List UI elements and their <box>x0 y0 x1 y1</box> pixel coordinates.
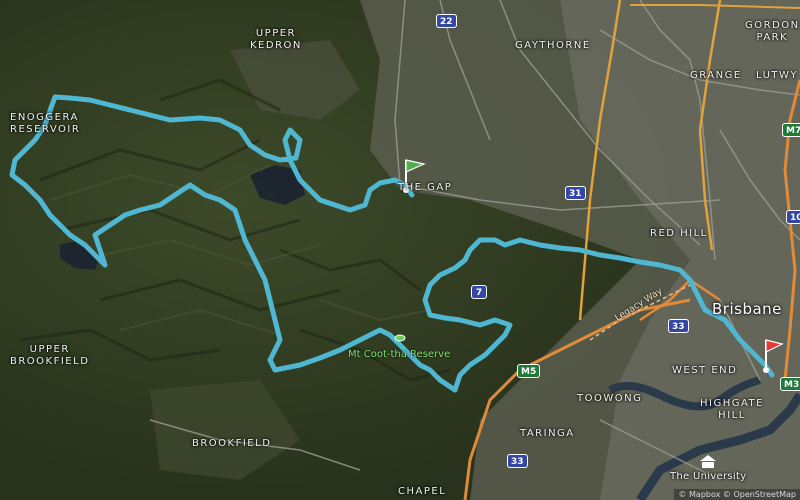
route-shield-31: 31 <box>565 186 586 200</box>
place-label-taringa: TARINGA <box>520 428 575 440</box>
place-line: GRANGE <box>690 70 742 81</box>
place-label-west-end: WEST END <box>672 365 737 377</box>
city-label-brisbane: Brisbane <box>712 300 782 318</box>
place-line: UPPER <box>255 28 297 39</box>
place-label-gordon-park: GORDON PARK <box>745 20 800 44</box>
place-label-brookfield: BROOKFIELD <box>192 438 271 450</box>
place-line: HIGHGATE <box>700 398 764 409</box>
map-attribution[interactable]: © Mapbox © OpenStreetMap <box>674 489 800 500</box>
park-label: Mt Coot-tha Reserve <box>348 349 451 360</box>
route-shield-m7: M7 <box>782 123 800 137</box>
place-line: THE GAP <box>398 182 453 193</box>
place-line: RED HILL <box>650 228 708 239</box>
place-line: CHAPEL <box>398 486 447 497</box>
map-view[interactable]: UPPER KEDRON GAYTHORNE GORDON PARK GRANG… <box>0 0 800 500</box>
place-label-gaythorne: GAYTHORNE <box>515 40 591 52</box>
route-shield-33: 33 <box>668 319 689 333</box>
route-shield-m3: M3 <box>780 377 800 391</box>
place-line: BROOKFIELD <box>10 356 90 367</box>
place-line: RESERVOIR <box>10 124 81 135</box>
place-label-red-hill: RED HILL <box>650 228 708 240</box>
place-line: KEDRON <box>250 40 302 51</box>
park-marker-icon <box>394 334 406 342</box>
route-shield-10: 10 <box>786 210 800 224</box>
place-label-upper-kedron: UPPER KEDRON <box>250 28 302 52</box>
route-shield-m5: M5 <box>517 364 541 378</box>
place-line: UPPER <box>29 344 70 355</box>
place-line: PARK <box>756 32 789 43</box>
place-line: WEST END <box>672 365 738 376</box>
place-line: LUTWY <box>756 70 798 81</box>
place-line: TOOWONG <box>577 393 643 404</box>
place-line: BROOKFIELD <box>192 438 272 449</box>
place-line: HILL <box>718 410 746 421</box>
route-shield-7: 7 <box>471 285 487 299</box>
place-line: GAYTHORNE <box>515 40 591 51</box>
route-shield-33: 33 <box>507 454 528 468</box>
place-label-lutwyche: LUTWY <box>756 70 798 82</box>
place-line: ENOGGERA <box>10 112 79 123</box>
place-label-enoggera-reservoir: ENOGGERA RESERVOIR <box>10 112 80 136</box>
place-line: TARINGA <box>520 428 575 439</box>
place-label-the-gap: THE GAP <box>398 182 452 194</box>
place-label-highgate-hill: HIGHGATE HILL <box>700 398 764 422</box>
map-base <box>0 0 800 500</box>
place-label-toowong: TOOWONG <box>577 393 642 405</box>
place-label-the-university: The University <box>670 471 746 483</box>
place-label-chapel: CHAPEL <box>398 486 446 498</box>
place-label-upper-brookfield: UPPER BROOKFIELD <box>10 344 89 368</box>
place-line: GORDON <box>745 20 800 31</box>
place-line: The University <box>670 471 747 482</box>
route-shield-22: 22 <box>436 14 457 28</box>
place-label-grange: GRANGE <box>690 70 742 82</box>
